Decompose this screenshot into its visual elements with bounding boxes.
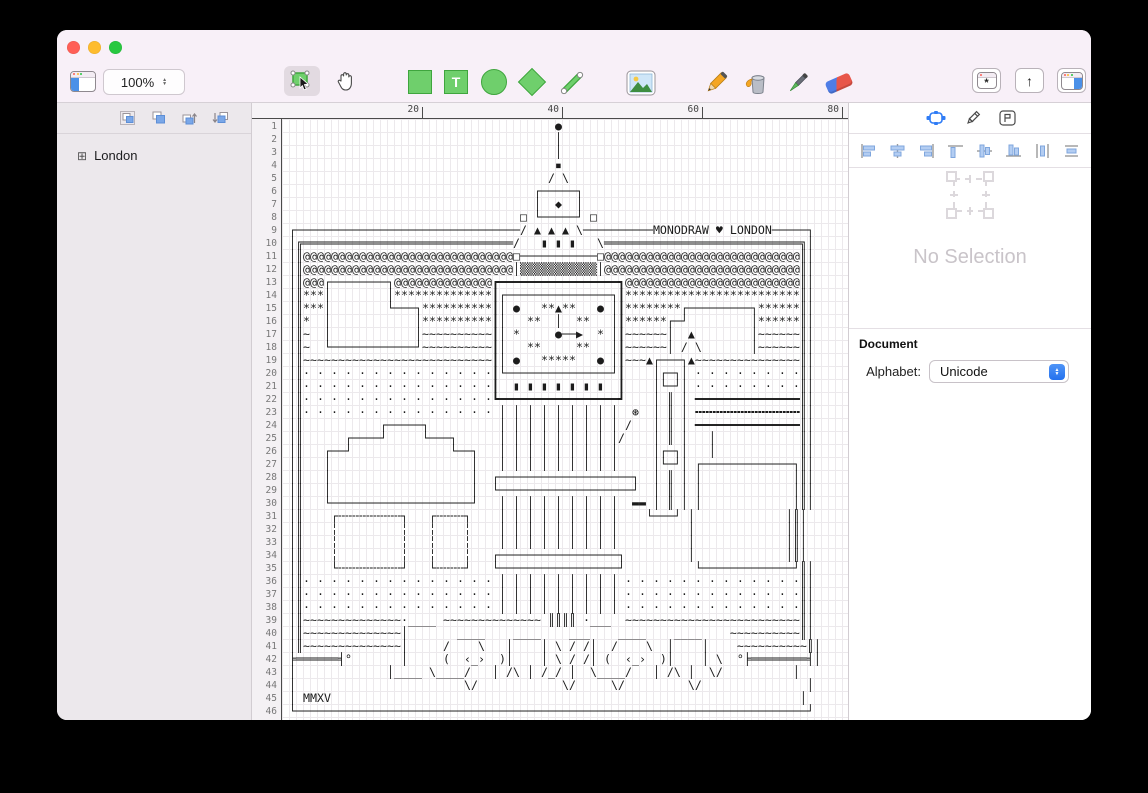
tab-variables-inspector[interactable] <box>998 110 1016 126</box>
align-center-horizontal-icon[interactable] <box>888 143 907 159</box>
hand-icon <box>337 72 352 91</box>
alphabet-value: Unicode <box>940 364 988 379</box>
selection-cursor-icon <box>290 70 310 91</box>
align-left-icon[interactable] <box>859 143 878 159</box>
diamond-tool-button[interactable] <box>516 67 548 97</box>
zoom-value: 100% <box>120 74 155 90</box>
text-tool-icon: T <box>444 70 468 94</box>
drawing-canvas[interactable]: 20 40 60 80 1 2 3 4 5 6 7 8 9 10 11 12 13 1… <box>252 103 848 720</box>
document-section-title: Document <box>859 337 918 351</box>
layer-label: London <box>94 148 138 163</box>
paint-bucket-icon <box>745 75 765 94</box>
bring-to-front-icon[interactable] <box>119 110 137 126</box>
actions-button[interactable]: * <box>972 68 1001 93</box>
pencil-icon <box>707 71 728 92</box>
alphabet-label: Alphabet: <box>866 364 921 379</box>
actions-window-icon: * <box>976 72 997 89</box>
zoom-control[interactable]: 100% ▲ ▼ <box>103 69 185 95</box>
alphabet-dropdown[interactable]: Unicode ▲ ▼ <box>929 360 1069 383</box>
toggle-inspector-button[interactable] <box>1057 68 1086 93</box>
line-icon <box>560 71 584 95</box>
group-grid-icon: ⊞ <box>77 148 88 163</box>
share-arrow-icon: ↑ <box>1026 72 1033 89</box>
fill-tool-button[interactable] <box>740 68 776 98</box>
rectangle-icon <box>408 70 432 94</box>
inspector-panel: No Selection Document Alphabet: Unicode … <box>848 103 1091 720</box>
pencil-tool-button[interactable] <box>699 68 733 98</box>
eraser-tool-button[interactable] <box>820 68 858 98</box>
align-top-icon[interactable] <box>946 143 965 159</box>
toggle-left-sidebar-button[interactable] <box>68 68 98 94</box>
eyedropper-icon <box>789 73 808 92</box>
no-selection-label: No Selection <box>913 246 1027 268</box>
select-tool-button[interactable] <box>284 66 320 96</box>
diamond-icon <box>517 67 547 97</box>
distribute-horizontal-icon[interactable] <box>1033 143 1052 159</box>
eyedropper-tool-button[interactable] <box>781 68 815 98</box>
rectangle-tool-button[interactable] <box>405 68 435 96</box>
dropdown-stepper-icon: ▲ ▼ <box>1049 363 1065 380</box>
ascii-art[interactable]: ● │ │ ▪ / \ ┌─────┐ │ ◆ │ □ └─────┘ □ ┌─… <box>282 120 821 718</box>
hand-tool-button[interactable] <box>329 66 363 96</box>
sidebar-item-london[interactable]: ⊞ London <box>57 134 251 163</box>
inspector-tabs <box>849 103 1091 134</box>
bring-forward-icon[interactable] <box>181 110 199 126</box>
send-to-back-icon[interactable] <box>150 110 168 126</box>
zoom-button[interactable] <box>109 41 122 54</box>
text-tool-button[interactable]: T <box>441 68 471 96</box>
ellipse-icon <box>481 69 507 95</box>
layers-sidebar: ⊞ London <box>57 103 252 720</box>
eraser-icon <box>824 71 854 95</box>
distribute-vertical-icon[interactable] <box>1062 143 1081 159</box>
align-bottom-icon[interactable] <box>1004 143 1023 159</box>
alignment-toolbar <box>849 134 1091 168</box>
no-selection-placeholder: No Selection <box>849 167 1091 269</box>
grid-area[interactable]: ● │ │ ▪ / \ ┌─────┐ │ ◆ │ □ └─────┘ □ ┌─… <box>282 119 848 720</box>
row-number-gutter: 1 2 3 4 5 6 7 8 9 10 11 12 13 14 15 16 1… <box>252 119 282 720</box>
ellipse-tool-button[interactable] <box>478 68 510 96</box>
sidebar-right-icon <box>1060 71 1083 90</box>
layer-order-toolbar <box>57 103 251 134</box>
tab-style-inspector[interactable] <box>965 110 981 126</box>
row-numbers: 1 2 3 4 5 6 7 8 9 10 11 12 13 14 15 16 1… <box>265 121 277 717</box>
align-center-vertical-icon[interactable] <box>975 143 994 159</box>
align-right-icon[interactable] <box>917 143 936 159</box>
column-ruler: 20 40 60 80 <box>252 103 848 119</box>
image-icon <box>626 70 656 96</box>
close-button[interactable] <box>67 41 80 54</box>
tab-selection-inspector[interactable] <box>925 110 947 126</box>
empty-selection-icon <box>946 171 994 219</box>
line-tool-button[interactable] <box>555 68 589 98</box>
document-section: Document Alphabet: Unicode ▲ ▼ <box>849 328 1091 383</box>
monodraw-window: 100% ▲ ▼ T * ↑ ⊞ London 20 40 60 80 1 2 … <box>57 30 1091 720</box>
minimize-button[interactable] <box>88 41 101 54</box>
traffic-lights <box>67 41 122 54</box>
stepper-chevrons-icon: ▲ ▼ <box>162 77 168 87</box>
send-backward-icon[interactable] <box>212 110 230 126</box>
share-button[interactable]: ↑ <box>1015 68 1044 93</box>
titlebar-toolbar: 100% ▲ ▼ T * ↑ <box>57 30 1091 103</box>
sidebar-left-icon <box>70 70 96 92</box>
image-tool-button[interactable] <box>624 68 658 98</box>
